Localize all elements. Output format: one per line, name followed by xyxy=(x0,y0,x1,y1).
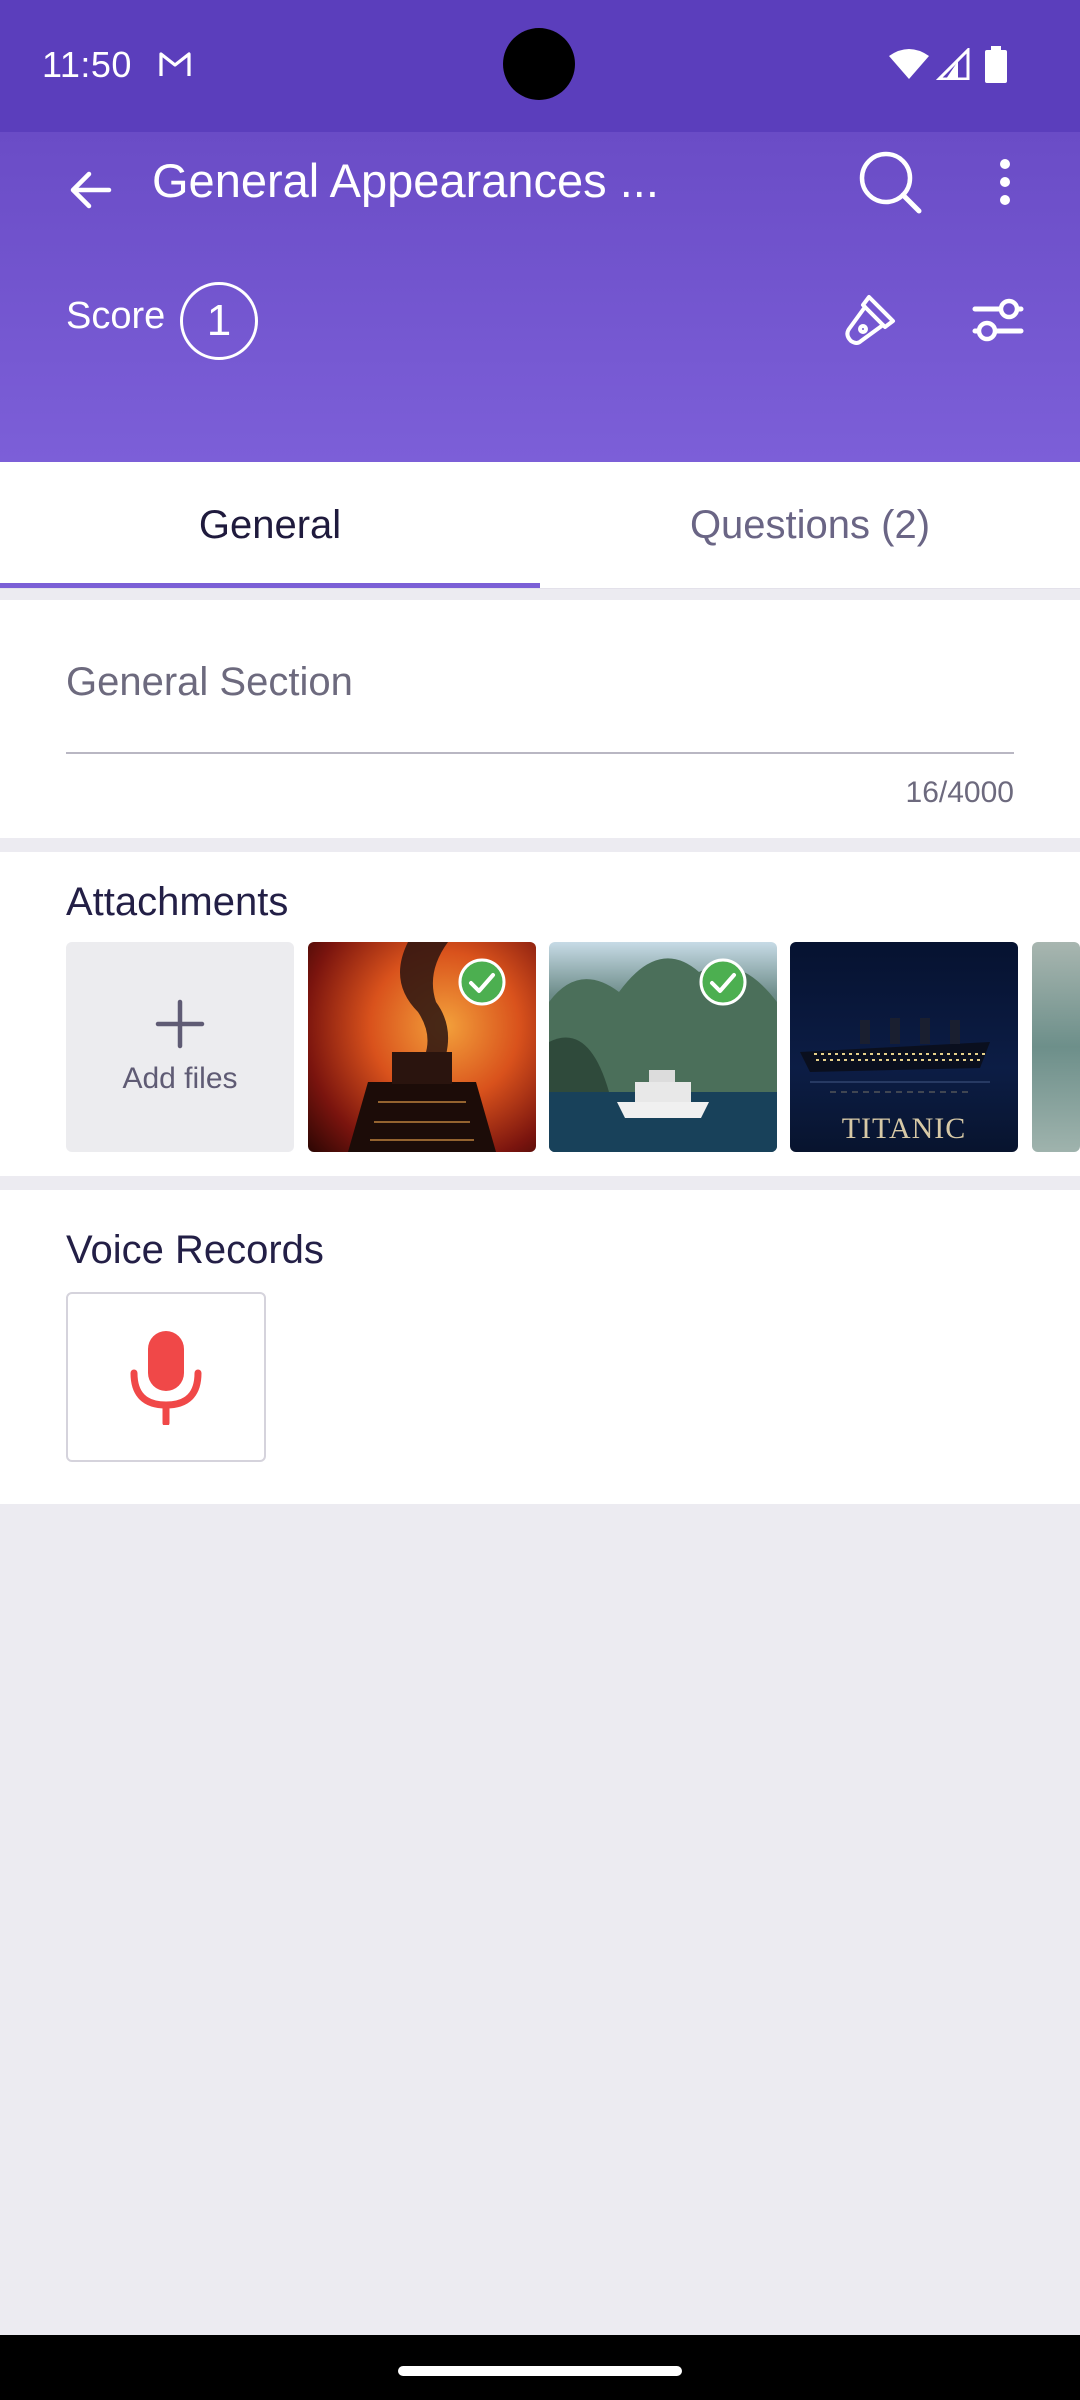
score-value: 1 xyxy=(180,282,258,360)
attachment-thumbnail[interactable] xyxy=(1032,942,1080,1152)
home-gesture-handle[interactable] xyxy=(398,2366,682,2376)
attachments-title: Attachments xyxy=(66,880,289,924)
attachments-card: Attachments Add files TITANIC xyxy=(0,852,1080,1176)
signal-icon xyxy=(935,46,970,85)
attachment-thumbnail[interactable] xyxy=(549,942,777,1152)
app-header: 11:50 General Appearances ... Score 1 xyxy=(0,0,1080,462)
attachment-thumbnail[interactable]: TITANIC xyxy=(790,942,1018,1152)
more-options-button[interactable] xyxy=(970,140,1040,224)
record-voice-button[interactable] xyxy=(66,1292,266,1462)
gmail-icon xyxy=(158,50,192,83)
filter-button[interactable] xyxy=(958,280,1038,360)
status-time: 11:50 xyxy=(42,44,132,85)
tab-questions[interactable]: Questions (2) xyxy=(540,462,1080,588)
plus-icon xyxy=(155,999,205,1049)
sliders-icon xyxy=(972,298,1024,342)
wifi-icon xyxy=(888,48,930,85)
camera-cutout xyxy=(503,28,575,100)
arrow-left-icon xyxy=(70,171,112,209)
search-icon xyxy=(859,151,922,214)
tab-general[interactable]: General xyxy=(0,462,540,588)
flashlight-button[interactable] xyxy=(830,280,910,360)
titanic-caption: TITANIC xyxy=(841,1112,967,1145)
input-underline xyxy=(66,752,1014,754)
add-files-button[interactable]: Add files xyxy=(66,942,294,1152)
page-title: General Appearances ... xyxy=(152,154,659,207)
voice-records-title: Voice Records xyxy=(66,1228,324,1272)
back-button[interactable] xyxy=(50,150,130,230)
voice-records-card: Voice Records xyxy=(0,1190,1080,1504)
check-circle-icon xyxy=(458,958,506,1006)
check-circle-icon xyxy=(699,958,747,1006)
battery-icon xyxy=(984,46,1008,89)
flashlight-icon xyxy=(845,295,895,345)
character-counter: 16/4000 xyxy=(905,776,1014,809)
attachment-thumbnail[interactable] xyxy=(308,942,536,1152)
search-button[interactable] xyxy=(848,140,932,224)
status-bar: 11:50 xyxy=(0,0,1080,132)
tab-bar: General Questions (2) xyxy=(0,462,1080,589)
add-files-label: Add files xyxy=(122,1062,238,1095)
app-screen: 11:50 General Appearances ... Score 1 Ge… xyxy=(0,0,1080,2335)
microphone-icon xyxy=(130,1331,202,1425)
tab-indicator xyxy=(0,583,540,588)
score-label: Score xyxy=(66,295,166,337)
attachments-list[interactable]: Add files TITANIC xyxy=(66,942,1080,1152)
general-section-input[interactable]: General Section xyxy=(66,660,1014,705)
general-section-card: General Section 16/4000 xyxy=(0,600,1080,838)
more-vertical-icon xyxy=(1000,159,1010,205)
